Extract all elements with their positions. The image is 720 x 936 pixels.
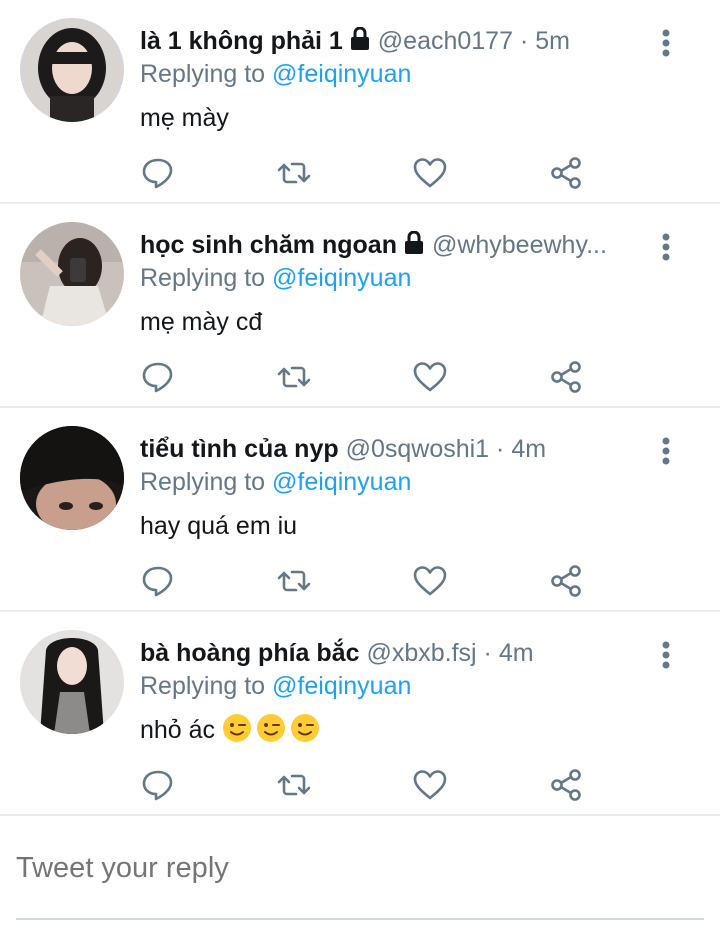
like-icon[interactable] <box>412 563 448 599</box>
tweet-header: là 1 không phải 1 @each0177 · 5m <box>140 24 650 60</box>
retweet-icon[interactable] <box>276 155 312 191</box>
retweet-icon[interactable] <box>276 767 312 803</box>
winking-face-icon <box>290 713 320 743</box>
display-name[interactable]: tiểu tình của nyp <box>140 435 339 463</box>
separator-dot: · <box>483 639 492 667</box>
replying-prefix: Replying to <box>140 672 266 700</box>
tweet-text: hay quá em iu <box>140 512 298 540</box>
separator-dot: · <box>519 27 529 55</box>
like-icon[interactable] <box>412 359 448 395</box>
tweet-item[interactable]: bà hoàng phía bắc @xbxb.fsj · 4m Replyin… <box>0 612 720 816</box>
share-icon[interactable] <box>548 767 584 803</box>
tweet-header: học sinh chăm ngoan @whybeewhy... <box>140 228 650 264</box>
user-handle[interactable]: @each0177 <box>378 27 513 55</box>
timestamp[interactable]: 4m <box>499 639 534 667</box>
user-handle[interactable]: @0sqwoshi1 <box>346 435 490 463</box>
replying-prefix: Replying to <box>140 468 266 496</box>
tweet-actions <box>140 155 600 195</box>
replying-to: Replying to @feiqinyuan <box>140 261 411 295</box>
tweet-item[interactable]: là 1 không phải 1 @each0177 · 5m Replyin… <box>0 0 720 204</box>
tweet-actions <box>140 563 600 603</box>
reply-icon[interactable] <box>140 155 176 191</box>
tweet-item[interactable]: học sinh chăm ngoan @whybeewhy... Replyi… <box>0 204 720 408</box>
winking-face-icon <box>222 713 252 743</box>
avatar[interactable] <box>20 222 124 326</box>
avatar[interactable] <box>20 630 124 734</box>
retweet-icon[interactable] <box>276 563 312 599</box>
mention-link[interactable]: @feiqinyuan <box>272 672 411 700</box>
like-icon[interactable] <box>412 155 448 191</box>
display-name[interactable]: học sinh chăm ngoan <box>140 231 397 259</box>
mention-link[interactable]: @feiqinyuan <box>272 60 411 88</box>
tweet-actions <box>140 767 600 807</box>
display-name[interactable]: là 1 không phải 1 <box>140 27 343 55</box>
tweet-text-content: nhỏ ác <box>140 716 216 744</box>
tweet-text: mẹ mày <box>140 104 229 132</box>
reply-input[interactable] <box>16 852 696 885</box>
replying-to: Replying to @feiqinyuan <box>140 669 411 703</box>
tweet-actions <box>140 359 600 399</box>
user-handle[interactable]: @whybeewhy... <box>432 231 607 259</box>
separator-dot: · <box>496 435 505 463</box>
tweet-item[interactable]: tiểu tình của nyp @0sqwoshi1 · 4m Replyi… <box>0 408 720 612</box>
retweet-icon[interactable] <box>276 359 312 395</box>
replying-to: Replying to @feiqinyuan <box>140 465 411 499</box>
winking-face-icon <box>256 713 286 743</box>
more-vertical-icon[interactable] <box>656 436 676 468</box>
more-vertical-icon[interactable] <box>656 232 676 264</box>
display-name[interactable]: bà hoàng phía bắc <box>140 639 359 667</box>
timestamp[interactable]: 5m <box>535 27 570 55</box>
replying-prefix: Replying to <box>140 60 266 88</box>
like-icon[interactable] <box>412 767 448 803</box>
mention-link[interactable]: @feiqinyuan <box>272 468 411 496</box>
avatar[interactable] <box>20 18 124 122</box>
reply-icon[interactable] <box>140 563 176 599</box>
tweet-text: nhỏ ác <box>140 713 324 747</box>
reply-composer <box>16 830 704 920</box>
share-icon[interactable] <box>548 563 584 599</box>
user-handle[interactable]: @xbxb.fsj <box>366 639 476 667</box>
avatar[interactable] <box>20 426 124 530</box>
lock-icon <box>403 230 425 264</box>
replying-to: Replying to @feiqinyuan <box>140 57 411 91</box>
tweet-text: mẹ mày cđ <box>140 308 263 336</box>
reply-icon[interactable] <box>140 359 176 395</box>
share-icon[interactable] <box>548 155 584 191</box>
mention-link[interactable]: @feiqinyuan <box>272 264 411 292</box>
tweet-header: bà hoàng phía bắc @xbxb.fsj · 4m <box>140 636 650 670</box>
replying-prefix: Replying to <box>140 264 266 292</box>
more-vertical-icon[interactable] <box>656 640 676 672</box>
reply-icon[interactable] <box>140 767 176 803</box>
share-icon[interactable] <box>548 359 584 395</box>
timestamp[interactable]: 4m <box>511 435 546 463</box>
more-vertical-icon[interactable] <box>656 28 676 60</box>
lock-icon <box>349 26 371 60</box>
tweet-header: tiểu tình của nyp @0sqwoshi1 · 4m <box>140 432 650 466</box>
